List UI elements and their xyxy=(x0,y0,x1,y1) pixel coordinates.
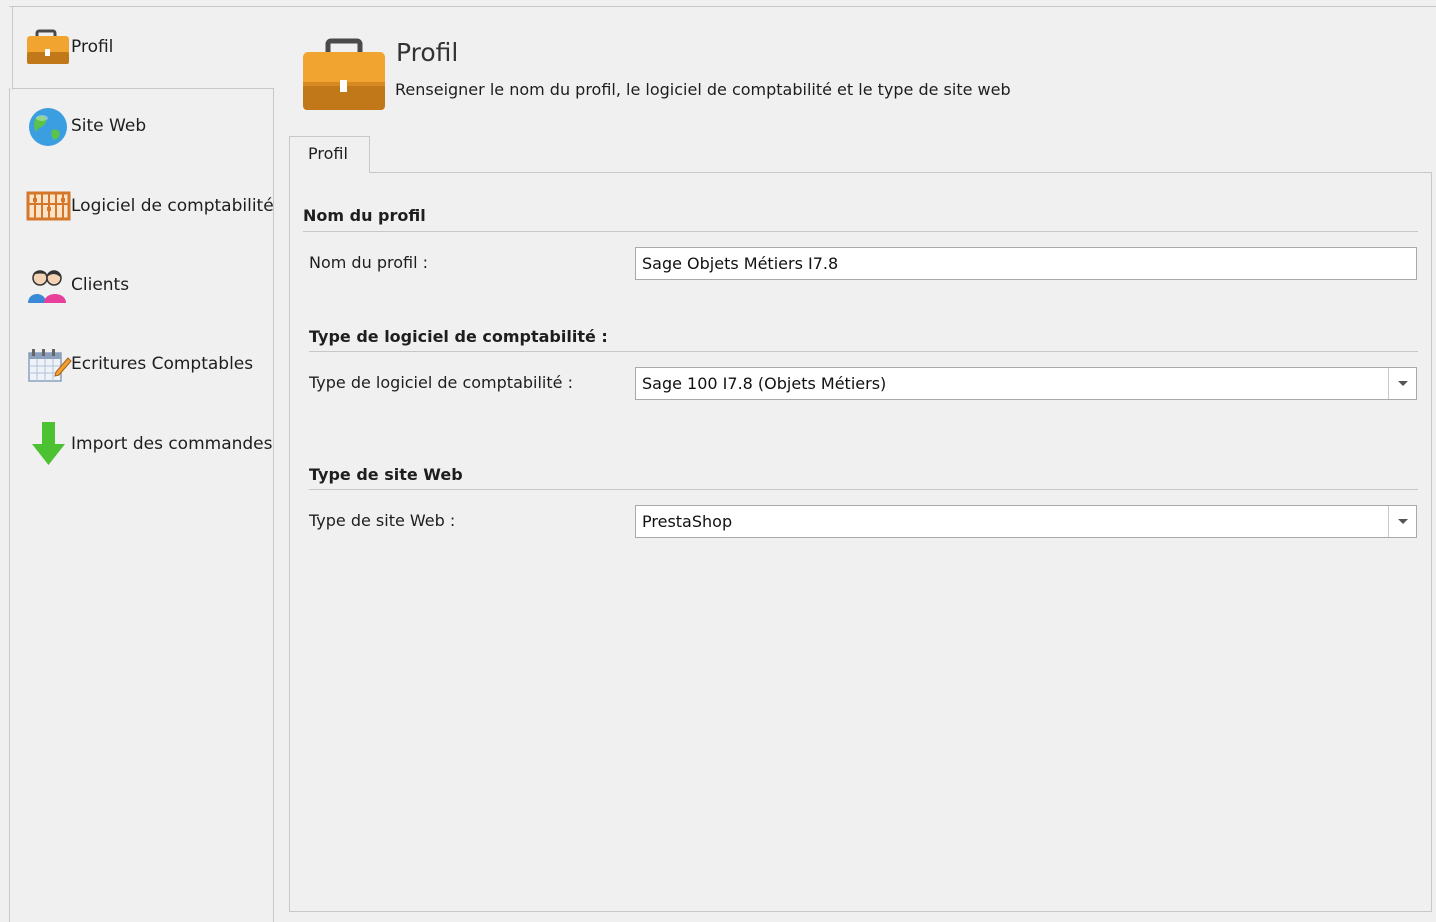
tab-panel-profil xyxy=(289,172,1432,912)
nav-item-clients[interactable]: Clients xyxy=(24,263,274,307)
nav-label-logiciel-comptabilite: Logiciel de comptabilité xyxy=(71,196,274,216)
section-title-website: Type de site Web xyxy=(309,465,463,484)
nav-label-import-commandes: Import des commandes xyxy=(71,434,273,454)
page-subtitle: Renseigner le nom du profil, le logiciel… xyxy=(395,80,1011,99)
page-title: Profil xyxy=(396,38,459,67)
abacus-icon xyxy=(24,184,72,228)
nav-label-profil: Profil xyxy=(71,37,114,57)
website-type-value: PrestaShop xyxy=(642,512,733,531)
globe-icon xyxy=(24,104,72,148)
tab-profil[interactable]: Profil xyxy=(289,136,370,173)
accounting-software-value: Sage 100 I7.8 (Objets Métiers) xyxy=(642,374,887,393)
nav-item-ecritures-comptables[interactable]: Ecritures Comptables xyxy=(24,342,274,386)
accounting-software-label: Type de logiciel de comptabilité : xyxy=(309,373,573,392)
nav-item-site-web[interactable]: Site Web xyxy=(24,104,274,148)
nav-label-site-web: Site Web xyxy=(71,116,147,136)
nav-left-border xyxy=(9,88,10,922)
section-divider-accounting xyxy=(309,351,1418,352)
arrow-down-icon xyxy=(24,422,72,466)
chevron-down-icon[interactable] xyxy=(1388,506,1416,537)
section-divider-website xyxy=(309,489,1418,490)
website-type-select[interactable]: PrestaShop xyxy=(635,505,1417,538)
nav-label-clients: Clients xyxy=(71,275,130,295)
section-title-accounting: Type de logiciel de comptabilité : xyxy=(309,327,608,346)
nav-item-profil[interactable]: Profil xyxy=(24,25,274,69)
chevron-down-icon[interactable] xyxy=(1388,368,1416,399)
section-divider-profile xyxy=(303,231,1418,232)
header-briefcase-icon xyxy=(300,38,388,114)
accounting-software-select[interactable]: Sage 100 I7.8 (Objets Métiers) xyxy=(635,367,1417,400)
website-type-label: Type de site Web : xyxy=(309,511,456,530)
nav-item-import-commandes[interactable]: Import des commandes xyxy=(24,422,274,466)
section-title-profile: Nom du profil xyxy=(303,206,426,225)
briefcase-icon xyxy=(24,25,72,69)
profile-name-input[interactable]: Sage Objets Métiers I7.8 xyxy=(635,247,1417,280)
sidebar-nav: Profil Site Web Logiciel de comptabilité… xyxy=(0,0,280,922)
nav-selected-bottom-line xyxy=(12,88,274,89)
nav-label-ecritures-comptables: Ecritures Comptables xyxy=(71,354,254,374)
nav-item-logiciel-comptabilite[interactable]: Logiciel de comptabilité xyxy=(24,184,274,228)
profile-name-label: Nom du profil : xyxy=(309,253,428,272)
calendar-edit-icon xyxy=(24,342,72,386)
users-icon xyxy=(24,263,72,307)
